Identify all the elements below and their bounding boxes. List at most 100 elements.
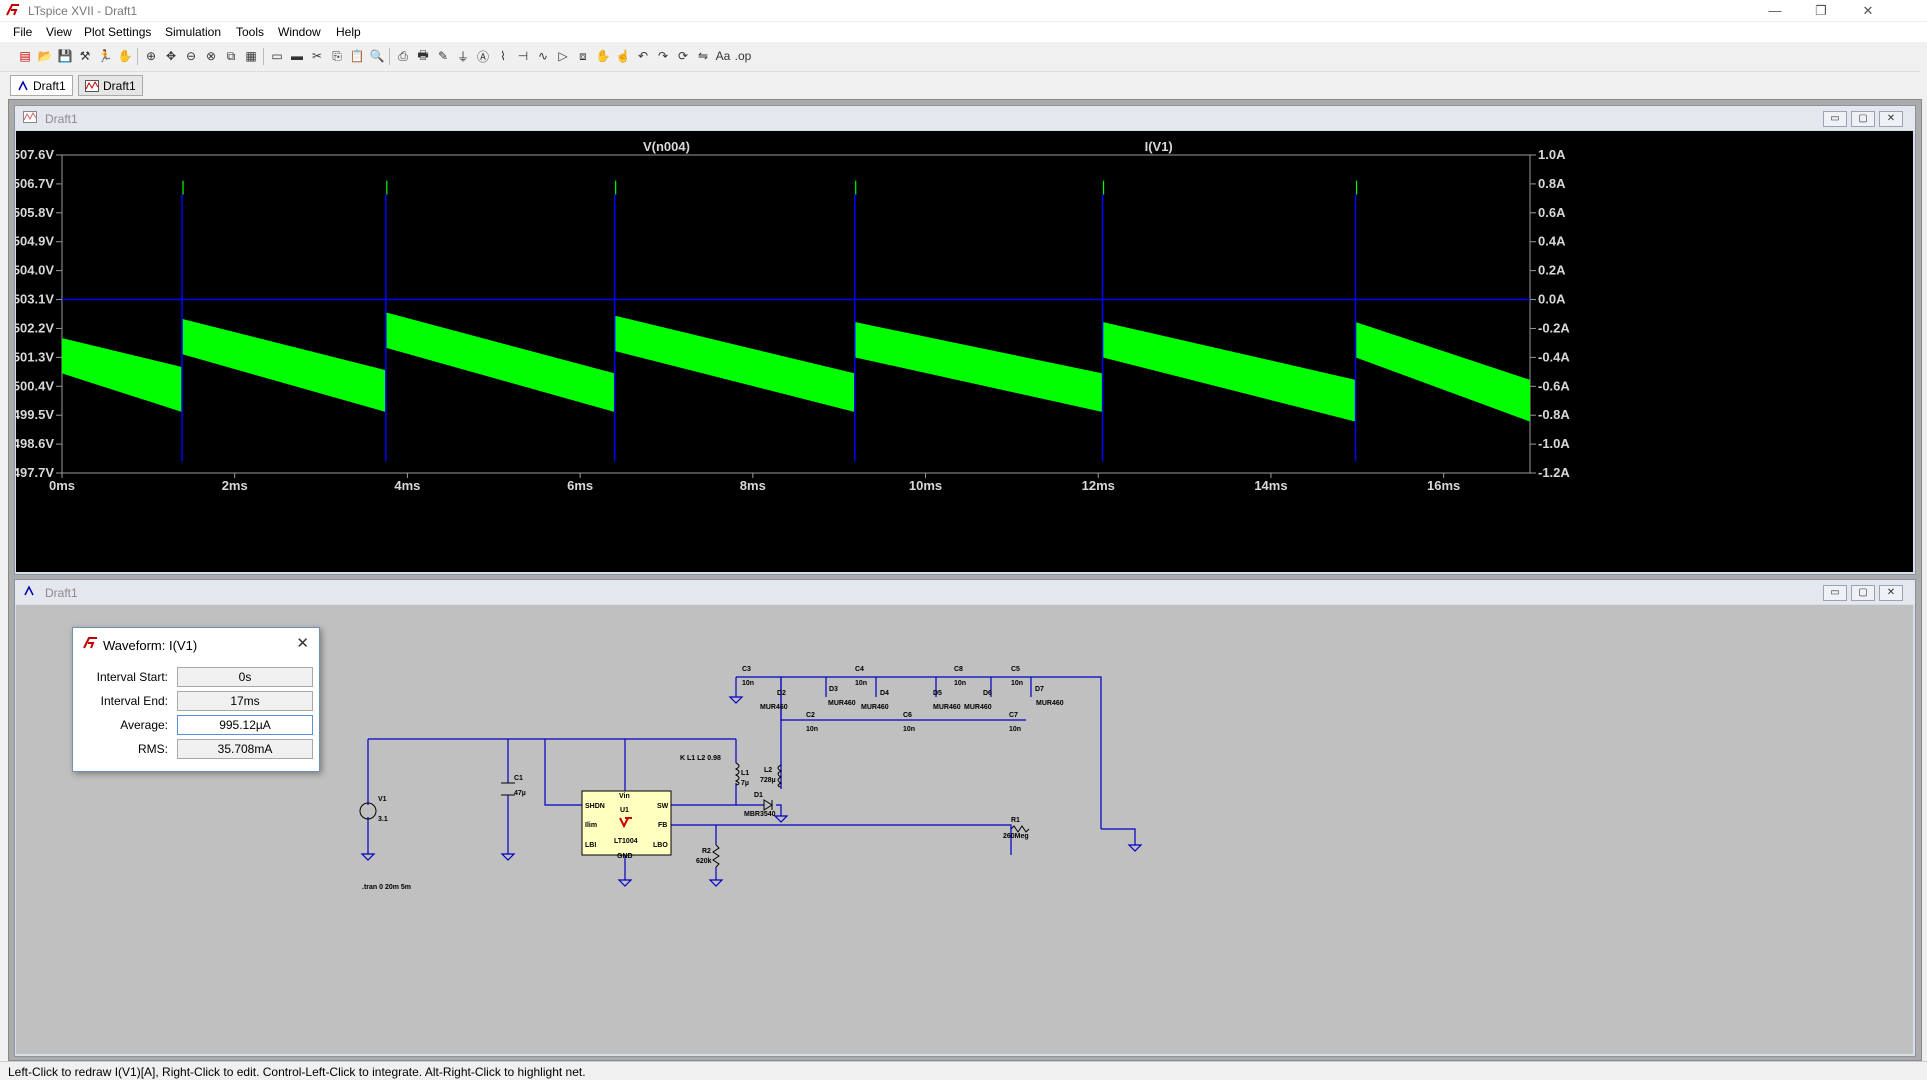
u1-sw: SW (657, 803, 669, 810)
close-button[interactable]: ✕ (1845, 0, 1891, 21)
zoom-fit-icon[interactable]: ⊗ (202, 47, 220, 65)
diode-d1[interactable] (763, 799, 773, 811)
wire-icon[interactable]: ✎ (434, 47, 452, 65)
waveform-chart[interactable]: 507.6V 506.7V 505.8V 504.9V 504.0V 503.1V 502.… (13, 131, 1913, 572)
y-left-tick-label: 499.5V (16, 407, 54, 422)
interval-start-field[interactable]: 0s (177, 667, 313, 687)
autorange-icon[interactable]: ⧉ (222, 47, 240, 65)
r2-value: 620k (696, 858, 712, 865)
l1-label: L1 (741, 770, 749, 777)
d7-value: MUR460 (1036, 700, 1064, 707)
vn004-band (385, 312, 615, 412)
menu-simulation[interactable]: Simulation (165, 25, 221, 39)
grid-icon[interactable]: ▦ (242, 47, 260, 65)
open-icon[interactable]: 📂 (36, 47, 54, 65)
copy-icon[interactable]: ⎘ (328, 47, 346, 65)
vn004-band (62, 338, 183, 412)
capacitor-c1[interactable] (501, 782, 515, 796)
delete-plot-pane-icon[interactable]: ▬ (288, 47, 306, 65)
add-plot-pane-icon[interactable]: ▭ (268, 47, 286, 65)
mirror-icon[interactable]: ⇋ (694, 47, 712, 65)
r1-label: R1 (1011, 817, 1020, 824)
vn004-band (182, 318, 386, 412)
c4-value: 10n (855, 680, 867, 687)
print-icon[interactable]: ⎙ (394, 47, 412, 65)
zoom-pan-icon[interactable]: ✥ (162, 47, 180, 65)
minimize-button[interactable]: ▭ (1823, 111, 1847, 127)
tran-directive[interactable]: .tran 0 20m 5m (362, 884, 411, 891)
menu-window[interactable]: Window (278, 25, 321, 39)
rms-field[interactable]: 35.708mA (177, 739, 313, 759)
halt-icon[interactable]: ✋ (116, 47, 134, 65)
new-schematic-icon[interactable]: ▤ (16, 47, 34, 65)
menu-plot-settings[interactable]: Plot Settings (84, 25, 151, 39)
schematic-window-titlebar: Draft1 ▭ ▢ ✕ (15, 580, 1915, 604)
resistor-r1[interactable] (1010, 825, 1030, 833)
y-left-tick-label: 504.9V (16, 234, 54, 249)
drag-icon[interactable]: ☝ (614, 47, 632, 65)
tab-waveform-draft1[interactable]: Draft1 (78, 75, 143, 96)
voltage-source-v1[interactable] (359, 802, 377, 820)
maximize-button[interactable]: ▢ (1851, 585, 1875, 601)
menu-view[interactable]: View (46, 25, 72, 39)
zoom-in-icon[interactable]: ⊕ (142, 47, 160, 65)
average-field[interactable]: 995.12µA (177, 715, 313, 735)
schematic-window-title: Draft1 (45, 586, 78, 600)
y-right-tick-label: -0.2A (1538, 320, 1570, 335)
save-icon[interactable]: 💾 (56, 47, 74, 65)
c2-label: C2 (806, 712, 815, 719)
label-icon[interactable]: Ⓐ (474, 47, 492, 65)
resistor-icon[interactable]: ⌇ (494, 47, 512, 65)
move-icon[interactable]: ✋ (594, 47, 612, 65)
find-icon[interactable]: 🔍 (368, 47, 386, 65)
restore-button[interactable]: ❐ (1798, 0, 1844, 21)
capacitor-icon[interactable]: ⊣ (514, 47, 532, 65)
c7-label: C7 (1009, 712, 1018, 719)
undo-icon[interactable]: ↶ (634, 47, 652, 65)
diode-icon[interactable]: ▷ (554, 47, 572, 65)
y-right-tick-label: -1.2A (1538, 465, 1570, 480)
cut-icon[interactable]: ✂ (308, 47, 326, 65)
inductor-l1[interactable] (734, 762, 740, 786)
ground-symbols (360, 696, 1143, 887)
rotate-icon[interactable]: ⟳ (674, 47, 692, 65)
control-panel-icon[interactable]: ⚒ (76, 47, 94, 65)
minimize-button[interactable]: — (1752, 0, 1798, 21)
menu-tools[interactable]: Tools (236, 25, 264, 39)
close-button[interactable]: ✕ (1879, 111, 1903, 127)
d5-value: MUR460 (933, 704, 961, 711)
y-right-tick-label: 0.2A (1538, 263, 1566, 278)
schematic-icon (18, 79, 28, 90)
l1-value: 7µ (741, 780, 749, 787)
plot-window-titlebar: Draft1 ▭ ▢ ✕ (15, 106, 1915, 130)
toolbar-separator (263, 48, 264, 65)
redo-icon[interactable]: ↷ (654, 47, 672, 65)
resistor-r2[interactable] (712, 844, 720, 868)
menu-file[interactable]: File (13, 25, 32, 39)
y-left-tick-label: 506.7V (16, 176, 54, 191)
y-right-tick-label: 0.8A (1538, 176, 1566, 191)
run-icon[interactable]: 🏃 (96, 47, 114, 65)
u1-lbo: LBO (653, 842, 668, 849)
spice-directive-icon[interactable]: .op (734, 47, 752, 65)
interval-end-field[interactable]: 17ms (177, 691, 313, 711)
text-icon[interactable]: Aa (714, 47, 732, 65)
minimize-button[interactable]: ▭ (1823, 585, 1847, 601)
v1-label: V1 (378, 796, 387, 803)
dialog-close-button[interactable]: ✕ (296, 634, 309, 652)
c2-value: 10n (806, 726, 818, 733)
close-button[interactable]: ✕ (1879, 585, 1903, 601)
waveform-plot[interactable]: 507.6V 506.7V 505.8V 504.9V 504.0V 503.1V 502.… (13, 131, 1913, 572)
zoom-out-icon[interactable]: ⊖ (182, 47, 200, 65)
y-left-tick-label: 500.4V (16, 378, 54, 393)
maximize-button[interactable]: ▢ (1851, 111, 1875, 127)
inductor-icon[interactable]: ∿ (534, 47, 552, 65)
tab-schematic-draft1[interactable]: Draft1 (10, 75, 73, 96)
component-icon[interactable]: ⧈ (574, 47, 592, 65)
title-bar: LTspice XVII - Draft1 — ❐ ✕ (0, 0, 1927, 21)
paste-icon[interactable]: 📋 (348, 47, 366, 65)
print-setup-icon[interactable]: 🖶 (414, 47, 432, 65)
ground-icon[interactable]: ⏚ (454, 47, 472, 65)
c1-value: 47µ (514, 790, 526, 797)
menu-help[interactable]: Help (336, 25, 361, 39)
